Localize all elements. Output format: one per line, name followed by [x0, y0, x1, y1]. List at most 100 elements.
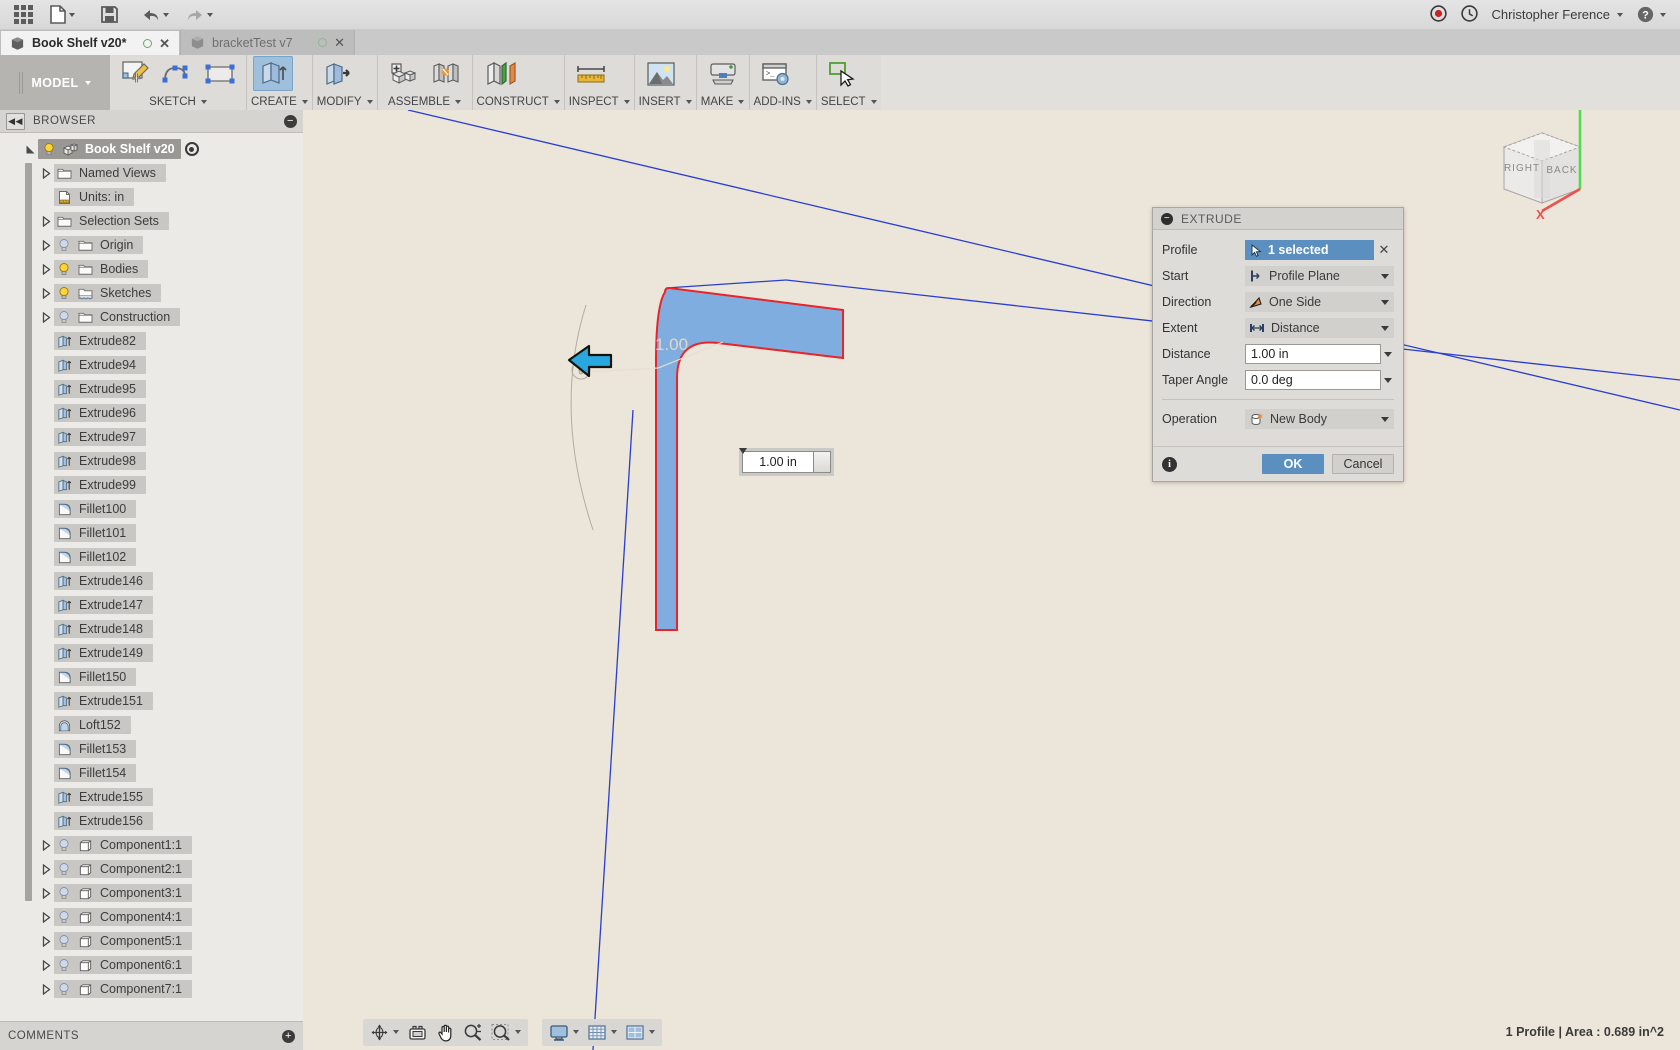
tree-node-chip[interactable]: Sketches: [54, 284, 162, 302]
redo-icon[interactable]: [178, 2, 220, 27]
dimension-dropdown-icon[interactable]: [739, 448, 831, 473]
lightbulb-on-icon[interactable]: [57, 262, 71, 276]
chevron-down-icon[interactable]: [1378, 299, 1392, 305]
taper-angle-dropdown-icon[interactable]: [1381, 370, 1394, 390]
operation-dropdown[interactable]: New Body: [1245, 409, 1394, 429]
viewports-icon[interactable]: [621, 1020, 659, 1045]
create-sketch-icon[interactable]: [116, 56, 156, 91]
job-status-icon[interactable]: [1460, 4, 1478, 25]
tree-node-chip[interactable]: Component4:1: [54, 908, 193, 926]
extrude-icon[interactable]: [253, 56, 293, 91]
tree-node-chip[interactable]: Extrude147: [54, 596, 153, 614]
comments-bar[interactable]: COMMENTS +: [0, 1021, 303, 1050]
ribbon-panel-label-select[interactable]: SELECT: [821, 94, 877, 110]
expand-arrow-icon[interactable]: [38, 863, 54, 875]
tree-node-chip[interactable]: Extrude155: [54, 788, 153, 806]
cancel-button[interactable]: Cancel: [1332, 454, 1394, 474]
tree-node-root[interactable]: Book Shelf v20: [0, 137, 303, 161]
tree-node-construction[interactable]: Construction: [0, 305, 303, 329]
tree-node-chip[interactable]: Component5:1: [54, 932, 193, 950]
tree-node-extrude151[interactable]: Extrude151: [0, 689, 303, 713]
tree-node-extrude96[interactable]: Extrude96: [0, 401, 303, 425]
tree-node-chip[interactable]: Fillet154: [54, 764, 137, 782]
tree-node-chip[interactable]: Extrude95: [54, 380, 146, 398]
ribbon-panel-label-addins[interactable]: ADD-INS: [754, 94, 812, 110]
browser-minimize-icon[interactable]: −: [284, 114, 297, 128]
activate-component-icon[interactable]: [184, 142, 199, 156]
lightbulb-off-icon[interactable]: [57, 838, 71, 852]
look-at-icon[interactable]: [403, 1020, 432, 1045]
tree-node-units-in[interactable]: Units: in: [0, 185, 303, 209]
tree-node-extrude148[interactable]: Extrude148: [0, 617, 303, 641]
tree-node-fillet102[interactable]: Fillet102: [0, 545, 303, 569]
tree-node-component7-1[interactable]: Component7:1: [0, 977, 303, 1001]
tree-node-chip[interactable]: Named Views: [54, 164, 166, 182]
extent-dropdown[interactable]: Distance: [1245, 318, 1394, 338]
tree-node-extrude97[interactable]: Extrude97: [0, 425, 303, 449]
expand-arrow-icon[interactable]: [38, 911, 54, 923]
chevron-down-icon[interactable]: [1378, 325, 1392, 331]
expand-arrow-icon[interactable]: [38, 935, 54, 947]
tree-node-origin[interactable]: Origin: [0, 233, 303, 257]
expand-arrow-icon[interactable]: [38, 311, 54, 323]
tree-node-fillet101[interactable]: Fillet101: [0, 521, 303, 545]
tree-node-extrude155[interactable]: Extrude155: [0, 785, 303, 809]
direction-dropdown[interactable]: One Side: [1245, 292, 1394, 312]
rectangle-icon[interactable]: [200, 56, 240, 91]
tree-node-selection-sets[interactable]: Selection Sets: [0, 209, 303, 233]
tree-node-extrude98[interactable]: Extrude98: [0, 449, 303, 473]
tree-node-chip[interactable]: Loft152: [54, 716, 131, 734]
expand-arrow-icon[interactable]: [38, 215, 54, 227]
tree-node-component6-1[interactable]: Component6:1: [0, 953, 303, 977]
dialog-collapse-icon[interactable]: −: [1161, 212, 1173, 225]
tree-node-component2-1[interactable]: Component2:1: [0, 857, 303, 881]
start-dropdown[interactable]: Profile Plane: [1245, 266, 1394, 286]
tree-node-chip[interactable]: Extrude146: [54, 572, 153, 590]
tree-node-chip[interactable]: Fillet102: [54, 548, 137, 566]
tree-node-named-views[interactable]: Named Views: [0, 161, 303, 185]
taper-angle-input[interactable]: 0.0 deg: [1245, 370, 1381, 390]
ribbon-panel-label-insert[interactable]: INSERT: [639, 94, 692, 110]
tree-node-sketches[interactable]: Sketches: [0, 281, 303, 305]
spline-icon[interactable]: [158, 56, 198, 91]
tree-node-extrude82[interactable]: Extrude82: [0, 329, 303, 353]
tree-node-chip[interactable]: Extrude94: [54, 356, 146, 374]
tree-node-chip[interactable]: Selection Sets: [54, 212, 169, 230]
lightbulb-off-icon[interactable]: [57, 310, 71, 324]
tree-node-extrude149[interactable]: Extrude149: [0, 641, 303, 665]
expand-arrow-icon[interactable]: [22, 144, 38, 155]
tree-node-chip[interactable]: Extrude148: [54, 620, 153, 638]
tree-node-chip[interactable]: Extrude149: [54, 644, 153, 662]
distance-input[interactable]: 1.00 in: [1245, 344, 1381, 364]
tree-node-chip[interactable]: Extrude96: [54, 404, 146, 422]
tree-node-bodies[interactable]: Bodies: [0, 257, 303, 281]
expand-arrow-icon[interactable]: [38, 839, 54, 851]
tree-node-chip[interactable]: Fillet101: [54, 524, 137, 542]
dimension-value-field[interactable]: [742, 451, 814, 473]
insert-image-icon[interactable]: [641, 56, 681, 91]
root-chip[interactable]: Book Shelf v20: [38, 139, 181, 159]
tree-node-extrude146[interactable]: Extrude146: [0, 569, 303, 593]
new-component-icon[interactable]: [384, 56, 424, 91]
profile-selection-button[interactable]: 1 selected: [1245, 240, 1374, 260]
orbit-icon[interactable]: [366, 1020, 403, 1045]
ribbon-panel-label-create[interactable]: CREATE: [251, 94, 308, 110]
lightbulb-off-icon[interactable]: [57, 910, 71, 924]
clear-profile-selection-icon[interactable]: ✕: [1374, 242, 1394, 258]
grid-snaps-icon[interactable]: [583, 1020, 621, 1045]
fit-icon[interactable]: [487, 1020, 525, 1045]
lightbulb-off-icon[interactable]: [57, 238, 71, 252]
offset-plane-icon[interactable]: [479, 56, 525, 91]
expand-arrow-icon[interactable]: [38, 983, 54, 995]
chevron-down-icon[interactable]: [1378, 416, 1392, 422]
lightbulb-off-icon[interactable]: [57, 982, 71, 996]
tree-node-chip[interactable]: Extrude82: [54, 332, 146, 350]
lightbulb-off-icon[interactable]: [57, 886, 71, 900]
ribbon-panel-label-inspect[interactable]: INSPECT: [569, 94, 630, 110]
tree-node-loft152[interactable]: Loft152: [0, 713, 303, 737]
expand-arrow-icon[interactable]: [38, 287, 54, 299]
view-cube[interactable]: RIGHT BACK Y X: [1462, 110, 1622, 225]
tree-node-chip[interactable]: Extrude99: [54, 476, 146, 494]
tree-node-chip[interactable]: Fillet100: [54, 500, 137, 518]
tree-node-chip[interactable]: Origin: [54, 236, 144, 254]
